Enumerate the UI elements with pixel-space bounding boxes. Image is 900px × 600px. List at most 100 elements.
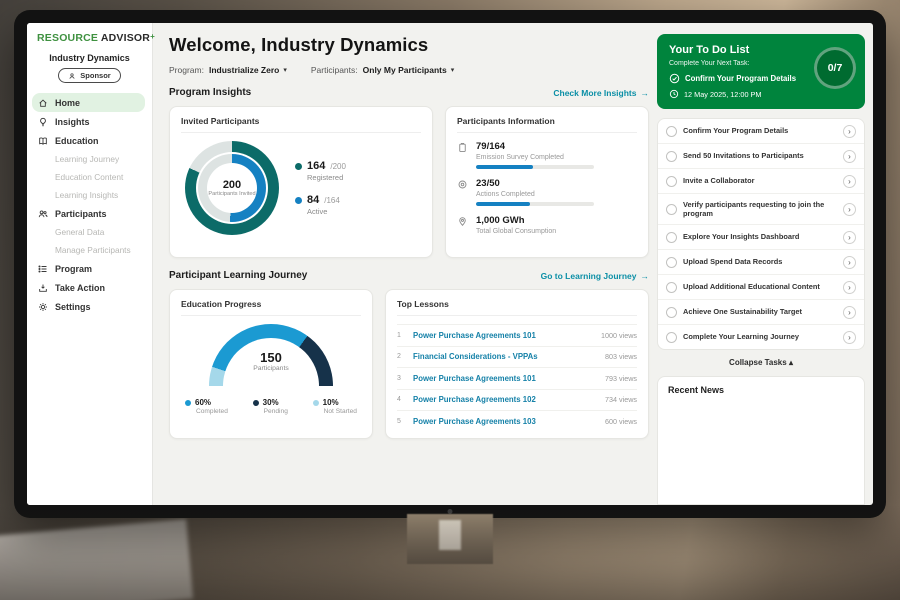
sidebar-item-manage-participants[interactable]: Manage Participants	[32, 241, 145, 259]
legend-label: Active	[307, 207, 346, 216]
task-checkbox[interactable]	[666, 257, 677, 268]
sidebar-item-participants[interactable]: Participants	[32, 204, 145, 223]
sidebar-item-education[interactable]: Education	[32, 131, 145, 150]
task-checkbox[interactable]	[666, 126, 677, 137]
task-checkbox[interactable]	[666, 204, 677, 215]
target-icon	[457, 179, 468, 190]
go-to-learning-journey-link[interactable]: Go to Learning Journey →	[541, 271, 649, 281]
task-row-upload-spend-data[interactable]: Upload Spend Data Records ›	[658, 249, 864, 274]
task-checkbox[interactable]	[666, 332, 677, 343]
brand-word-advisor: ADVISOR	[101, 32, 150, 44]
chevron-right-icon[interactable]: ›	[843, 231, 856, 244]
task-row-send-invitations[interactable]: Send 50 Invitations to Participants ›	[658, 143, 864, 168]
task-row-confirm-program[interactable]: Confirm Your Program Details ›	[658, 119, 864, 143]
task-label: Verify participants requesting to join t…	[683, 200, 837, 219]
lesson-rank: 1	[397, 332, 405, 339]
task-checkbox[interactable]	[666, 151, 677, 162]
gear-icon	[38, 302, 48, 312]
task-row-verify-participants[interactable]: Verify participants requesting to join t…	[658, 193, 864, 224]
gauge-legend: 60% Completed 30% Pending 10% Not Starte…	[181, 398, 361, 415]
legend-completed: 60% Completed	[185, 398, 228, 415]
chevron-right-icon[interactable]: ›	[843, 150, 856, 163]
invited-legend: 164 /200 Registered 84 /164	[295, 160, 346, 216]
todo-next-task-label: Confirm Your Program Details	[685, 74, 796, 83]
download-box-icon	[38, 283, 48, 293]
task-checkbox[interactable]	[666, 232, 677, 243]
progress-bar	[476, 165, 594, 169]
legend-label: Completed	[196, 408, 228, 415]
sidebar-item-home[interactable]: Home	[32, 93, 145, 112]
task-label: Complete Your Learning Journey	[683, 332, 837, 342]
task-label: Send 50 Invitations to Participants	[683, 151, 837, 161]
task-checkbox[interactable]	[666, 282, 677, 293]
lesson-row: 4 Power Purchase Agreements 102 734 view…	[397, 389, 637, 411]
lesson-row: 3 Power Purchase Agreements 101 793 view…	[397, 367, 637, 389]
sponsor-badge-label: Sponsor	[80, 71, 110, 80]
recent-news-card: Recent News	[657, 376, 865, 505]
task-row-upload-educational-content[interactable]: Upload Additional Educational Content ›	[658, 274, 864, 299]
sidebar-item-insights[interactable]: Insights	[32, 112, 145, 131]
todo-column: Your To Do List Complete Your Next Task:…	[657, 23, 873, 505]
task-label: Achieve One Sustainability Target	[683, 307, 837, 317]
section-title: Program Insights	[169, 87, 251, 98]
chevron-right-icon[interactable]: ›	[843, 256, 856, 269]
stat-value: 1,000 GWh	[476, 215, 556, 226]
chevron-right-icon[interactable]: ›	[843, 306, 856, 319]
invited-participants-card: Invited Participants 200 Participants In…	[169, 106, 433, 258]
chevron-right-icon[interactable]: ›	[843, 175, 856, 188]
sidebar-item-take-action[interactable]: Take Action	[32, 278, 145, 297]
stat-global-consumption: 1,000 GWh Total Global Consumption	[457, 215, 637, 239]
task-row-invite-collaborator[interactable]: Invite a Collaborator ›	[658, 168, 864, 193]
stat-emission-survey: 79/164 Emission Survey Completed	[457, 141, 637, 169]
card-title: Invited Participants	[181, 116, 421, 133]
chevron-right-icon[interactable]: ›	[843, 203, 856, 216]
legend-value: 30%	[263, 398, 279, 407]
sidebar-item-label: Program	[55, 264, 92, 274]
legend-label: Not Started	[324, 408, 357, 415]
learning-journey-header: Participant Learning Journey Go to Learn…	[169, 270, 649, 281]
sidebar-item-learning-journey[interactable]: Learning Journey	[32, 150, 145, 168]
legend-pending: 30% Pending	[253, 398, 288, 415]
lesson-link[interactable]: Financial Considerations - VPPAs	[413, 352, 597, 361]
chevron-right-icon[interactable]: ›	[843, 125, 856, 138]
sidebar-item-education-content[interactable]: Education Content	[32, 168, 145, 186]
task-row-complete-learning-journey[interactable]: Complete Your Learning Journey ›	[658, 324, 864, 349]
collapse-tasks-link[interactable]: Collapse Tasks ▴	[657, 358, 865, 367]
chevron-right-icon[interactable]: ›	[843, 331, 856, 344]
task-checkbox[interactable]	[666, 176, 677, 187]
task-row-explore-insights[interactable]: Explore Your Insights Dashboard ›	[658, 224, 864, 249]
lesson-rank: 4	[397, 396, 405, 403]
lesson-link[interactable]: Power Purchase Agreements 103	[413, 417, 597, 426]
lesson-rank: 2	[397, 353, 405, 360]
lesson-rank: 5	[397, 418, 405, 425]
legend-dot	[253, 400, 259, 406]
chevron-down-icon: ▾	[283, 66, 287, 74]
todo-progress-ring: 0/7	[814, 47, 856, 89]
home-icon	[38, 98, 48, 108]
legend-label: Registered	[307, 173, 346, 182]
task-row-achieve-sustainability-target[interactable]: Achieve One Sustainability Target ›	[658, 299, 864, 324]
lesson-link[interactable]: Power Purchase Agreements 102	[413, 395, 597, 404]
program-filter[interactable]: Program: Industrialize Zero ▾	[169, 65, 287, 75]
legend-label: Pending	[264, 408, 288, 415]
participants-filter[interactable]: Participants: Only My Participants ▾	[311, 65, 454, 75]
sidebar-item-label: Home	[55, 98, 80, 108]
sidebar-item-label: Participants	[55, 209, 107, 219]
check-more-insights-link[interactable]: Check More Insights →	[553, 88, 649, 98]
recent-news-title: Recent News	[668, 385, 854, 395]
invited-donut-chart: 200 Participants Invited	[185, 141, 279, 235]
task-checkbox[interactable]	[666, 307, 677, 318]
task-label: Confirm Your Program Details	[683, 126, 837, 136]
sidebar-item-general-data[interactable]: General Data	[32, 223, 145, 241]
lesson-row: 1 Power Purchase Agreements 101 1000 vie…	[397, 324, 637, 346]
chevron-right-icon[interactable]: ›	[843, 281, 856, 294]
sidebar-item-settings[interactable]: Settings	[32, 297, 145, 316]
desk-shadow	[0, 505, 900, 600]
sidebar-item-program[interactable]: Program	[32, 259, 145, 278]
lesson-link[interactable]: Power Purchase Agreements 101	[413, 374, 597, 383]
check-circle-icon	[669, 73, 680, 84]
sidebar-item-learning-insights[interactable]: Learning Insights	[32, 186, 145, 204]
filters-row: Program: Industrialize Zero ▾ Participan…	[169, 65, 649, 75]
donut-center-label: Participants Invited	[208, 191, 255, 198]
lesson-link[interactable]: Power Purchase Agreements 101	[413, 331, 593, 340]
